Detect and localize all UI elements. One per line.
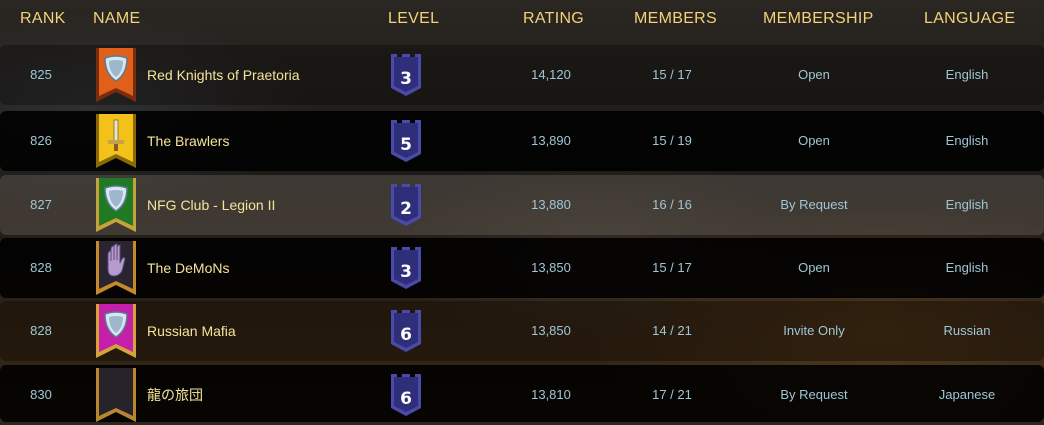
membership-cell: Invite Only xyxy=(783,323,845,338)
members-cell: 15 / 17 xyxy=(652,67,692,82)
level-badge: 6 xyxy=(387,310,425,352)
table-row[interactable]: 828 Russian Mafia 6 13,850 14 / 21 Invit… xyxy=(0,301,1044,361)
level-number: 5 xyxy=(400,135,412,155)
level-number: 2 xyxy=(400,199,412,219)
rank-cell: 828 xyxy=(30,260,52,275)
level-number: 6 xyxy=(400,389,412,409)
rating-cell: 13,880 xyxy=(531,197,571,212)
membership-cell: Open xyxy=(798,260,830,275)
table-row[interactable]: 826 The Brawlers 5 13,890 15 / 19 Open E… xyxy=(0,111,1044,171)
members-cell: 15 / 19 xyxy=(652,133,692,148)
guild-banner xyxy=(94,368,138,422)
rank-cell: 825 xyxy=(30,67,52,82)
guild-name[interactable]: The Brawlers xyxy=(147,111,229,171)
level-number: 6 xyxy=(400,325,412,345)
rank-cell: 826 xyxy=(30,133,52,148)
guild-name[interactable]: Red Knights of Praetoria xyxy=(147,45,300,105)
rating-cell: 14,120 xyxy=(531,67,571,82)
level-number: 3 xyxy=(400,262,412,282)
table-row[interactable]: 827 NFG Club - Legion II 2 13,880 16 / 1… xyxy=(0,175,1044,235)
rating-cell: 13,850 xyxy=(531,260,571,275)
header-members[interactable]: MEMBERS xyxy=(634,10,717,28)
header-level[interactable]: LEVEL xyxy=(388,10,439,28)
members-cell: 17 / 21 xyxy=(652,387,692,402)
membership-cell: By Request xyxy=(780,197,848,212)
level-badge: 3 xyxy=(387,247,425,289)
language-cell: English xyxy=(945,197,989,212)
level-badge: 2 xyxy=(387,184,425,226)
language-cell: Russian xyxy=(943,323,991,338)
header-rank[interactable]: RANK xyxy=(20,10,66,28)
table-row[interactable]: 825 Red Knights of Praetoria 3 14,120 15… xyxy=(0,45,1044,105)
table-header: RANK NAME LEVEL RATING MEMBERS MEMBERSHI… xyxy=(0,0,1044,40)
membership-cell: Open xyxy=(798,67,830,82)
rank-cell: 828 xyxy=(30,323,52,338)
members-cell: 15 / 17 xyxy=(652,260,692,275)
membership-cell: By Request xyxy=(780,387,848,402)
rating-cell: 13,810 xyxy=(531,387,571,402)
header-rating[interactable]: RATING xyxy=(523,10,584,28)
guild-banner xyxy=(94,241,138,295)
guild-name[interactable]: 龍の旅団 xyxy=(147,365,203,425)
language-cell: English xyxy=(945,67,989,82)
language-cell: English xyxy=(945,133,989,148)
level-badge: 6 xyxy=(387,374,425,416)
table-row[interactable]: 828 The DeMoNs 3 13,850 15 / 17 Open Eng… xyxy=(0,238,1044,298)
members-cell: 16 / 16 xyxy=(652,197,692,212)
level-number: 3 xyxy=(400,69,412,89)
guild-name[interactable]: NFG Club - Legion II xyxy=(147,175,275,235)
header-language[interactable]: LANGUAGE xyxy=(924,10,1015,28)
guild-banner xyxy=(94,48,138,102)
guild-banner xyxy=(94,114,138,168)
rank-cell: 830 xyxy=(30,387,52,402)
language-cell: Japanese xyxy=(938,387,996,402)
level-badge: 3 xyxy=(387,54,425,96)
guild-banner xyxy=(94,304,138,358)
guild-name[interactable]: Russian Mafia xyxy=(147,301,236,361)
table-row[interactable]: 830 龍の旅団 6 13,810 17 / 21 By Request Jap… xyxy=(0,365,1044,422)
header-name[interactable]: NAME xyxy=(93,10,140,28)
header-membership[interactable]: MEMBERSHIP xyxy=(763,10,874,28)
members-cell: 14 / 21 xyxy=(652,323,692,338)
level-badge: 5 xyxy=(387,120,425,162)
membership-cell: Open xyxy=(798,133,830,148)
rating-cell: 13,890 xyxy=(531,133,571,148)
guild-name[interactable]: The DeMoNs xyxy=(147,238,229,298)
rating-cell: 13,850 xyxy=(531,323,571,338)
guild-banner xyxy=(94,178,138,232)
language-cell: English xyxy=(945,260,989,275)
rank-cell: 827 xyxy=(30,197,52,212)
